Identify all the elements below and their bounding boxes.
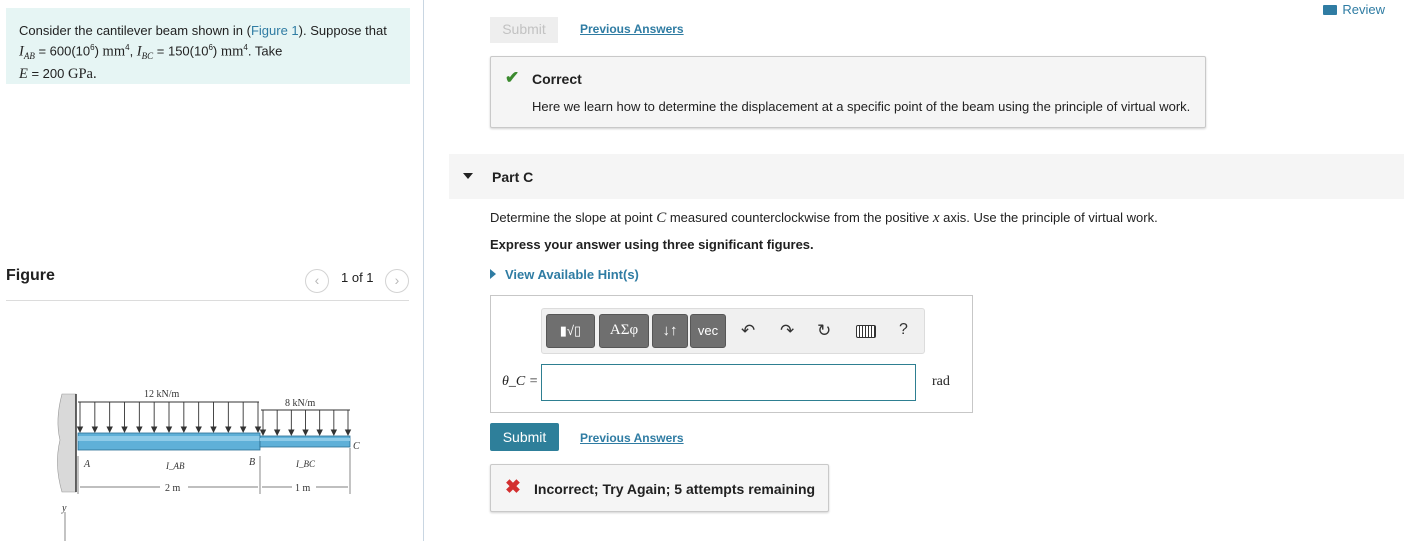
figure-pager: 1 of 1 xyxy=(341,270,374,285)
left-panel: Consider the cantilever beam shown in (F… xyxy=(0,0,424,541)
review-link[interactable]: Review xyxy=(1323,2,1385,17)
hints-label: View Available Hint(s) xyxy=(505,267,639,282)
greek-button[interactable]: ΑΣφ xyxy=(599,314,649,348)
part-c-title: Part C xyxy=(492,169,534,185)
answer-input[interactable] xyxy=(541,364,916,401)
figure-next-button[interactable]: › xyxy=(385,269,409,293)
beam-segment-bc xyxy=(259,435,351,448)
beam-figure: 12 kN/m 8 kN/m A B C I_AB I_BC 2 m 1 m y xyxy=(57,389,360,541)
incorrect-feedback-text: Incorrect; Try Again; 5 attempts remaini… xyxy=(534,481,816,497)
figure-title: Figure xyxy=(6,267,55,284)
arrows-button[interactable]: ↓↑ xyxy=(652,314,688,348)
incorrect-feedback: ✖ Incorrect; Try Again; 5 attempts remai… xyxy=(490,464,829,512)
figure-prev-button[interactable]: ‹ xyxy=(305,269,329,293)
undo-icon[interactable]: ↶ xyxy=(741,321,755,341)
problem-statement: Consider the cantilever beam shown in (F… xyxy=(6,8,410,84)
caret-right-icon xyxy=(490,269,496,279)
help-button[interactable]: ? xyxy=(899,321,908,339)
part-c-prompt: Determine the slope at point C measured … xyxy=(490,210,1158,227)
previous-answers-link-c[interactable]: Previous Answers xyxy=(580,431,684,445)
prompt-point: C xyxy=(656,210,667,226)
templates-button[interactable]: ▮√▯ xyxy=(546,314,595,348)
point-b-label: B xyxy=(249,457,255,468)
prompt-pre: Determine the slope at point xyxy=(490,210,657,225)
book-icon xyxy=(1323,5,1338,15)
prompt-axis: x xyxy=(932,210,940,226)
i-bc-label: I_BC xyxy=(295,459,316,469)
redo-icon[interactable]: ↷ xyxy=(780,321,794,341)
part-c-instruction: Express your answer using three signific… xyxy=(490,237,814,252)
dim-ab-label: 2 m xyxy=(165,483,181,494)
load-label-ab: 12 kN/m xyxy=(144,389,180,400)
figure-divider xyxy=(6,300,409,301)
figure-link[interactable]: Figure 1 xyxy=(251,23,299,38)
wall-support xyxy=(57,393,77,493)
reset-icon[interactable]: ↻ xyxy=(817,321,831,341)
load-label-bc: 8 kN/m xyxy=(285,398,316,409)
submit-button-disabled: Submit xyxy=(490,17,558,43)
close-x-icon: ✖ xyxy=(505,477,521,498)
problem-intro-end: ). Suppose that xyxy=(298,23,387,38)
part-c-header[interactable]: Part C xyxy=(449,154,1404,199)
y-axis-label: y xyxy=(61,503,67,514)
math-toolbar: ▮√▯ ΑΣφ ↓↑ vec ↶ ↷ ↻ ? xyxy=(541,308,925,354)
previous-answers-link-b[interactable]: Previous Answers xyxy=(580,22,684,36)
problem-moments: IAB = 600(106) mm4, IBC = 150(106) mm4. … xyxy=(19,43,283,61)
dim-bc-label: 1 m xyxy=(295,483,311,494)
point-a-label: A xyxy=(83,459,91,470)
keyboard-icon[interactable] xyxy=(856,325,876,338)
problem-modulus: E = 200 GPa. xyxy=(19,65,97,82)
prompt-post: axis. Use the principle of virtual work. xyxy=(939,210,1158,225)
hints-toggle[interactable]: View Available Hint(s) xyxy=(490,267,639,282)
submit-button[interactable]: Submit xyxy=(490,423,559,451)
feedback-title: Correct xyxy=(532,71,582,87)
i-ab-label: I_AB xyxy=(165,461,185,471)
problem-intro: Consider the cantilever beam shown in ( xyxy=(19,23,251,38)
feedback-text: Here we learn how to determine the displ… xyxy=(532,99,1191,114)
prompt-mid: measured counterclockwise from the posit… xyxy=(666,210,933,225)
unit-label: rad xyxy=(932,374,950,389)
answer-box: ▮√▯ ΑΣφ ↓↑ vec ↶ ↷ ↻ ? θ_C = rad xyxy=(490,295,973,413)
beam-segment-ab xyxy=(77,432,261,451)
theta-c-label: θ_C = xyxy=(502,374,539,389)
point-c-label: C xyxy=(353,441,360,452)
vec-button[interactable]: vec xyxy=(690,314,726,348)
checkmark-icon: ✔ xyxy=(505,68,520,87)
review-label: Review xyxy=(1342,2,1385,17)
caret-down-icon xyxy=(463,173,473,179)
correct-feedback: ✔ Correct Here we learn how to determine… xyxy=(490,56,1206,128)
